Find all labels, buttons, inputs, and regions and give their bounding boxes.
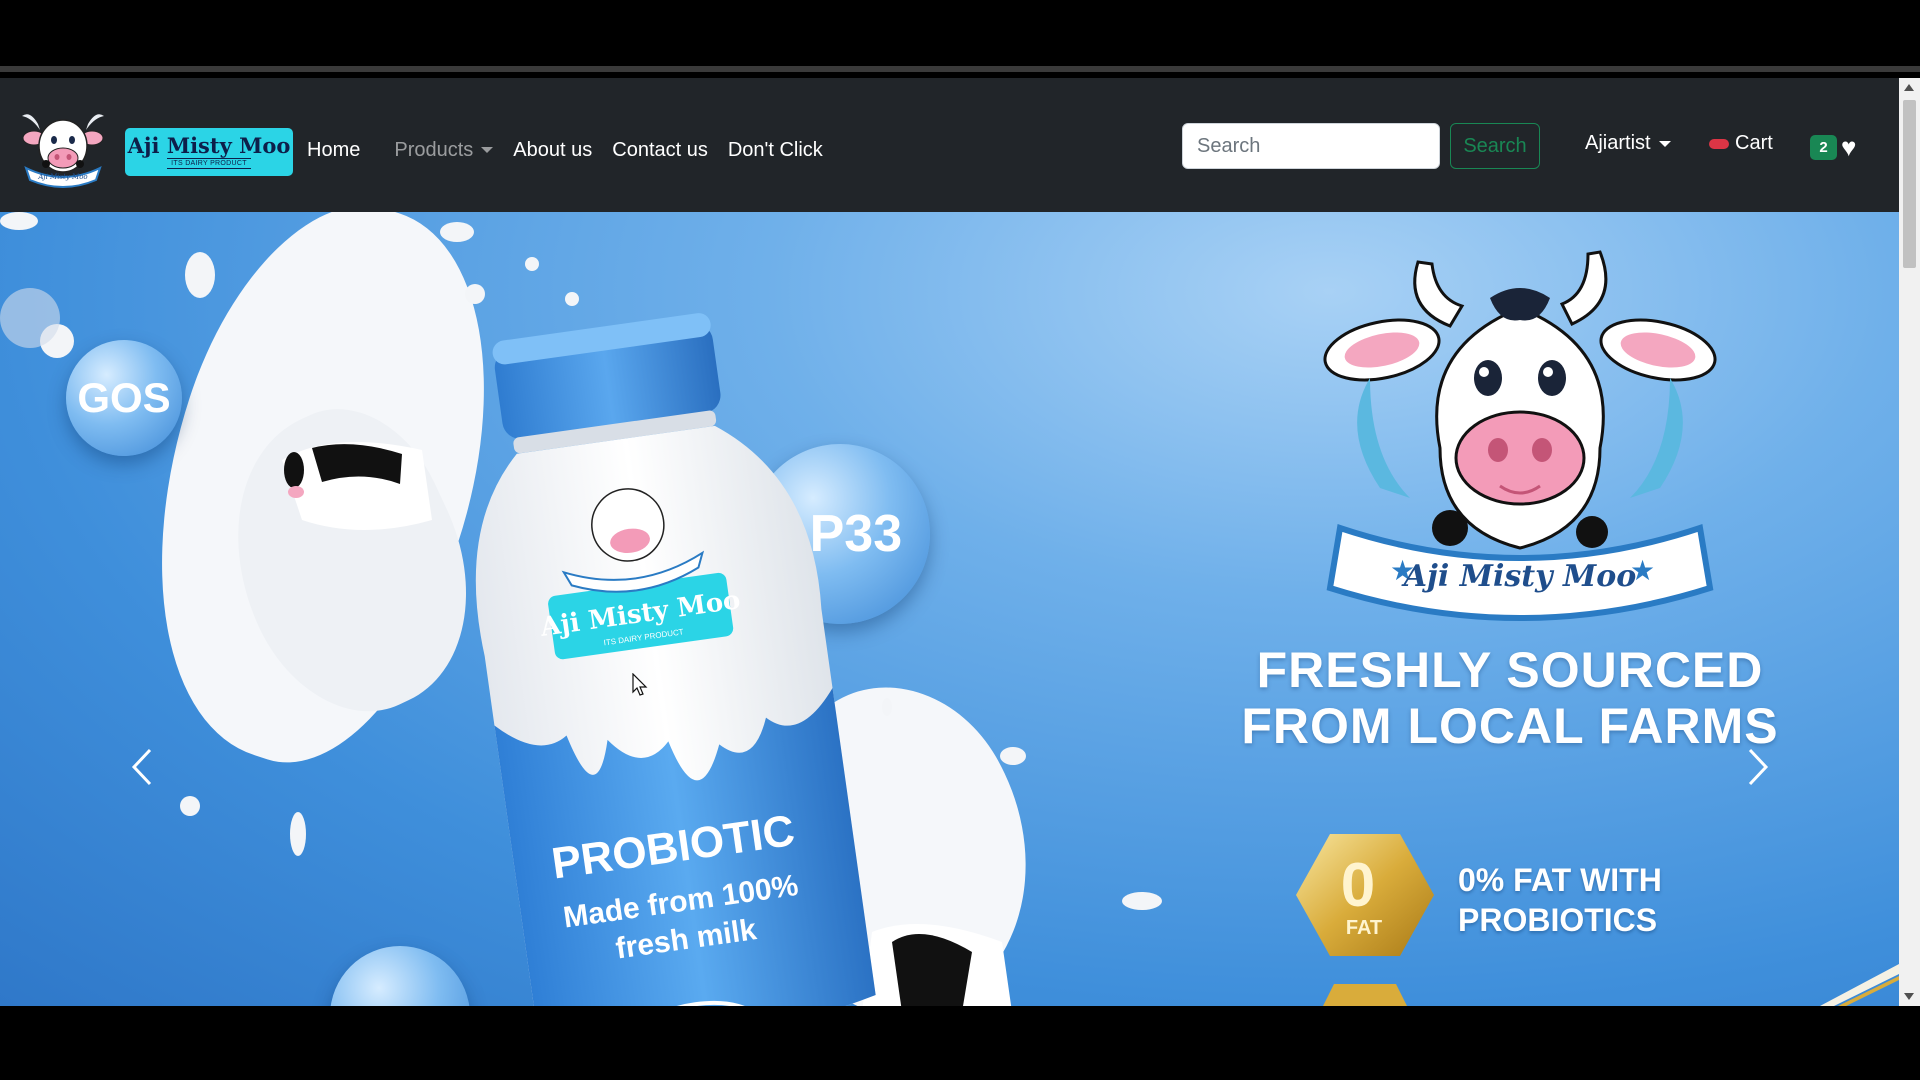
- milk-drop: [0, 288, 60, 348]
- nav-products-label: Products: [394, 138, 474, 161]
- navbar: Aji Misty Moo Aji Misty Moo ITS DAIRY PR…: [0, 78, 1899, 212]
- gold-badge-icon: [1323, 984, 1407, 1006]
- cow-logo-icon[interactable]: Aji Misty Moo: [16, 106, 110, 188]
- search-input[interactable]: [1182, 123, 1440, 169]
- ingredient-bubble-gos: GOS: [66, 340, 182, 456]
- zero-fat-text-line1: 0% FAT WITH: [1458, 862, 1662, 898]
- nav-home[interactable]: Home: [307, 139, 360, 162]
- nav-about[interactable]: About us: [513, 139, 592, 162]
- nav-products-dropdown[interactable]: Products: [394, 138, 494, 162]
- screen-letterbox-top: [0, 0, 1920, 72]
- search-button[interactable]: Search: [1450, 123, 1540, 169]
- cart-label: Cart: [1735, 132, 1773, 154]
- nav-links: Home Products About us Contact us Don't …: [307, 130, 843, 170]
- bubble-label: GOS: [77, 374, 171, 421]
- hero-headline-line1: FRESHLY SOURCED: [1256, 642, 1764, 698]
- mascot-banner-text: Aji Misty Moo: [1401, 559, 1636, 594]
- milk-drop: [525, 257, 539, 271]
- cart-link[interactable]: Cart: [1709, 132, 1773, 155]
- mascot-cow-illustration: ★ ★ Aji Misty Moo: [1323, 250, 1717, 621]
- caret-down-icon: [1658, 140, 1671, 147]
- milk-drop: [0, 212, 38, 230]
- heart-icon: ♥: [1841, 132, 1857, 162]
- zero-fat-badge-icon: 0 FAT: [1296, 834, 1434, 956]
- caret-down-icon: [481, 147, 494, 154]
- chevron-left-icon[interactable]: [122, 742, 162, 792]
- zero-fat-text: 0% FAT WITH PROBIOTICS: [1458, 860, 1662, 940]
- brand-name: Aji Misty Moo: [127, 133, 291, 158]
- wishlist-count-badge: 2: [1810, 134, 1837, 160]
- logo-arc-text: Aji Misty Moo: [37, 173, 87, 181]
- milk-drop: [1122, 892, 1162, 910]
- browser-viewport: Aji Misty Moo Aji Misty Moo ITS DAIRY PR…: [0, 78, 1920, 1006]
- user-menu-dropdown[interactable]: Ajiartist: [1585, 132, 1671, 155]
- hero-carousel: GOS LP33 Aji Misty Moo ITS DAIRY PRODUCT…: [0, 212, 1899, 1006]
- milk-drop: [180, 796, 200, 816]
- milk-drop: [185, 252, 215, 298]
- probiotic-bottle-image: Aji Misty Moo ITS DAIRY PRODUCT PROBIOTI…: [475, 313, 876, 1006]
- scrollbar-thumb[interactable]: [1903, 100, 1916, 268]
- scroll-up-arrow-icon[interactable]: [1904, 84, 1914, 91]
- chevron-right-icon[interactable]: [1738, 742, 1778, 792]
- milk-drop: [1000, 747, 1026, 765]
- corner-ribbon-decoration: [1820, 964, 1899, 1006]
- page-scrollbar[interactable]: [1899, 78, 1920, 1006]
- scroll-down-arrow-icon[interactable]: [1904, 993, 1914, 1000]
- cart-pill-icon: [1709, 138, 1729, 149]
- hero-headline: FRESHLY SOURCED FROM LOCAL FARMS: [1220, 642, 1800, 754]
- nav-dont-click[interactable]: Don't Click: [728, 139, 823, 162]
- milk-drop: [465, 284, 485, 304]
- screen-letterbox-bottom: [0, 1006, 1920, 1080]
- milk-drop: [440, 222, 474, 242]
- nav-contact[interactable]: Contact us: [612, 139, 708, 162]
- mouse-cursor-icon: [632, 673, 648, 696]
- brand-badge[interactable]: Aji Misty Moo ITS DAIRY PRODUCT: [125, 128, 293, 176]
- fat-badge-label: FAT: [1346, 917, 1382, 939]
- fat-badge-number: 0: [1341, 851, 1375, 920]
- user-name: Ajiartist: [1585, 132, 1651, 154]
- milk-drop: [290, 812, 306, 856]
- zero-fat-text-line2: PROBIOTICS: [1458, 902, 1658, 938]
- wishlist-link[interactable]: 2 ♥: [1810, 134, 1856, 160]
- brand-tagline: ITS DAIRY PRODUCT: [167, 158, 251, 169]
- hero-headline-line2: FROM LOCAL FARMS: [1241, 698, 1779, 754]
- cow-illustration: [282, 442, 432, 530]
